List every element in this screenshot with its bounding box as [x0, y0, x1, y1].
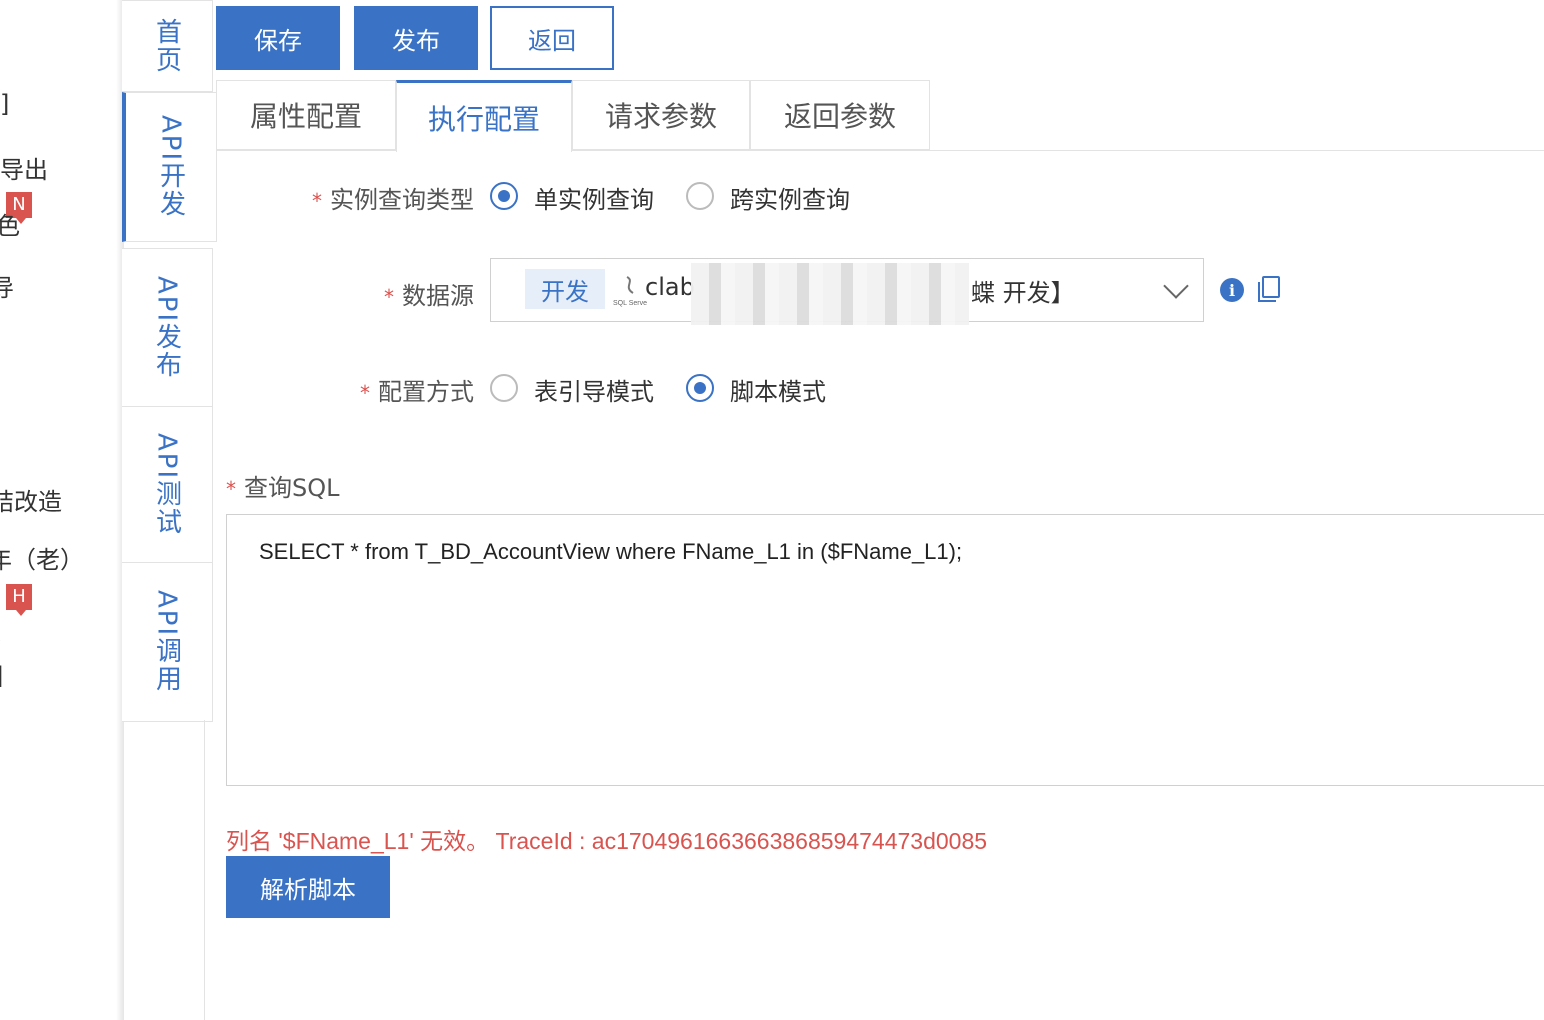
vertical-tabs: 首页 API开发 API发布 API测试 API调用: [122, 0, 217, 722]
error-message: 列名 '$FName_L1' 无效。 TraceId : ac170496166…: [226, 828, 988, 854]
save-button[interactable]: 保存: [216, 6, 340, 70]
datasource-label-text: 数据源: [402, 282, 474, 310]
tab-request-params[interactable]: 请求参数: [572, 80, 750, 150]
radio-script-mode[interactable]: [686, 374, 714, 402]
datasource-value-prefix: clab: [645, 273, 695, 301]
vtab-label: API开发: [155, 115, 186, 219]
tab-execution[interactable]: 执行配置: [396, 80, 572, 152]
required-mark: *: [226, 477, 236, 501]
sql-text[interactable]: SELECT * from T_BD_AccountView where FNa…: [259, 539, 962, 565]
copy-icon[interactable]: [1258, 276, 1280, 302]
divider: [204, 720, 205, 1020]
radio-cross-instance[interactable]: [686, 182, 714, 210]
datasource-label: * 数据源: [384, 276, 474, 311]
sql-editor[interactable]: SELECT * from T_BD_AccountView where FNa…: [226, 514, 1544, 786]
vtab-api-dev[interactable]: API开发: [122, 92, 217, 242]
datasource-select[interactable]: 开发 SQL Server clab 蝶 开发】: [490, 258, 1204, 325]
db-type-text: SQL Server: [613, 300, 647, 307]
radio-table-guide-label[interactable]: 表引导模式: [534, 372, 654, 407]
sidebar-item[interactable]: 导出: [0, 150, 48, 185]
sidebar-item[interactable]: 、: [0, 612, 16, 647]
sidebar-item[interactable]: ]: [0, 662, 3, 690]
sidebar-item[interactable]: 色: [0, 206, 20, 241]
env-tag: 开发: [525, 269, 605, 309]
redacted-region: [691, 263, 969, 325]
config-tabs: 属性配置 执行配置 请求参数 返回参数: [216, 80, 1544, 152]
vtab-label: API测试: [151, 433, 182, 537]
radio-cross-instance-label[interactable]: 跨实例查询: [730, 180, 850, 215]
vtab-api-publish[interactable]: API发布: [122, 248, 213, 408]
vtab-api-test[interactable]: API测试: [122, 406, 213, 564]
chevron-down-icon[interactable]: [1163, 273, 1189, 299]
instance-type-label: * 实例查询类型: [312, 180, 474, 215]
sql-label: * 查询SQL: [226, 468, 340, 503]
publish-button[interactable]: 发布: [354, 6, 478, 70]
tab-properties[interactable]: 属性配置: [216, 80, 396, 150]
radio-table-guide[interactable]: [490, 374, 518, 402]
config-mode-label-text: 配置方式: [378, 378, 474, 406]
sql-label-text: 查询SQL: [244, 474, 340, 502]
back-button[interactable]: 返回: [490, 6, 614, 70]
tab-response-params[interactable]: 返回参数: [750, 80, 930, 150]
sidebar-item[interactable]: 导: [0, 268, 14, 303]
left-sidebar: ] 导出 N 色 导 结改造 年（老） H 、 ]: [0, 0, 120, 1020]
sql-server-icon: SQL Server: [613, 273, 650, 307]
required-mark: *: [312, 189, 322, 213]
sidebar-item[interactable]: 结改造: [0, 482, 62, 517]
vtab-home[interactable]: 首页: [122, 0, 213, 92]
vtab-label: API调用: [151, 590, 182, 694]
datasource-value-suffix: 蝶 开发】: [971, 279, 1075, 307]
radio-single-instance[interactable]: [490, 182, 518, 210]
sidebar-item[interactable]: ]: [0, 90, 9, 118]
vtab-api-call[interactable]: API调用: [122, 562, 213, 722]
info-icon[interactable]: i: [1220, 278, 1244, 302]
vtab-label: 首页: [151, 18, 182, 74]
sidebar-item[interactable]: 年（老）: [0, 540, 84, 575]
required-mark: *: [360, 381, 370, 405]
vtab-label: API发布: [151, 276, 182, 380]
instance-type-label-text: 实例查询类型: [330, 186, 474, 214]
config-mode-label: * 配置方式: [360, 372, 474, 407]
parse-script-button[interactable]: 解析脚本: [226, 856, 390, 918]
radio-single-instance-label[interactable]: 单实例查询: [534, 180, 654, 215]
required-mark: *: [384, 285, 394, 309]
radio-script-mode-label[interactable]: 脚本模式: [730, 372, 826, 407]
hot-badge: H: [6, 584, 32, 616]
